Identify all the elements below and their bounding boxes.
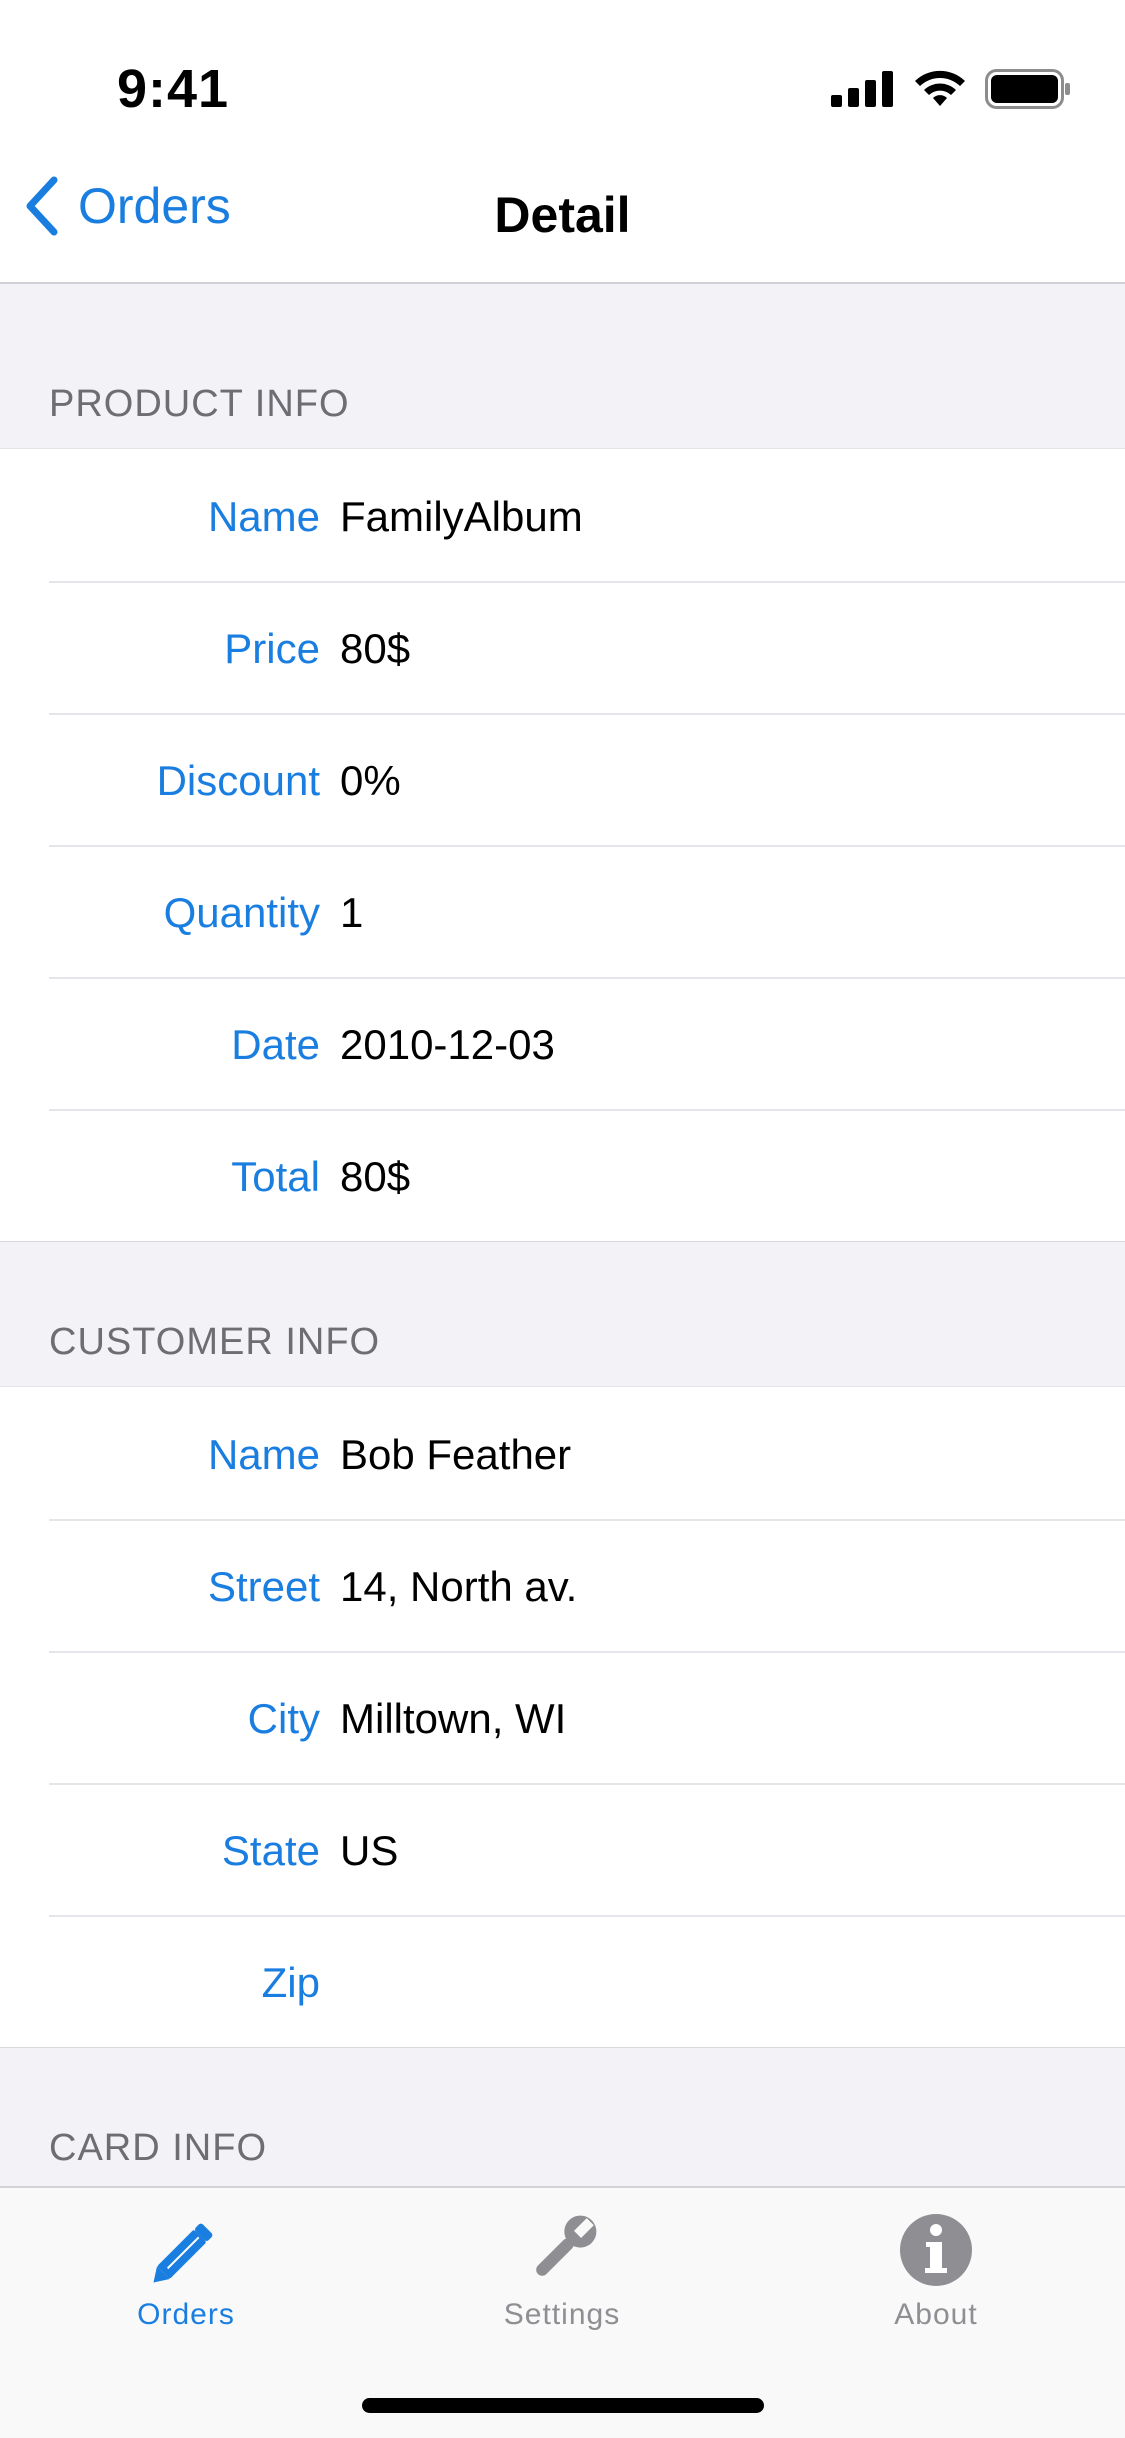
battery-icon <box>985 69 1070 109</box>
tab-label: Orders <box>137 2298 235 2331</box>
tab-bar: Orders Settings About <box>0 2186 1125 2438</box>
row-label: City <box>247 1695 320 1742</box>
row-value: 1 <box>340 889 364 936</box>
row-label: Discount <box>156 757 320 804</box>
row-quantity[interactable]: Quantity 1 <box>0 845 1125 977</box>
page-title: Detail <box>494 187 631 243</box>
cellular-signal-icon <box>831 71 893 107</box>
row-state[interactable]: State US <box>0 1783 1125 1915</box>
row-total[interactable]: Total 80$ <box>0 1109 1125 1241</box>
row-value: FamilyAlbum <box>340 493 583 540</box>
section-header-card-info: CARD INFO <box>49 2127 267 2169</box>
row-label: Quantity <box>163 889 320 936</box>
row-value: Bob Feather <box>340 1431 572 1478</box>
status-bar: 9:41 <box>0 0 1125 140</box>
row-label: Zip <box>261 1959 320 2006</box>
row-label: Date <box>231 1021 320 1068</box>
row-value: 80$ <box>340 625 411 672</box>
row-label: Name <box>207 493 320 540</box>
home-indicator <box>362 2398 764 2413</box>
navigation-bar: Orders Detail <box>0 140 1125 284</box>
row-customer-name[interactable]: Name Bob Feather <box>0 1387 1125 1519</box>
row-value: US <box>340 1827 399 1874</box>
status-icons <box>831 64 1071 114</box>
section-header-product-info: PRODUCT INFO <box>49 383 350 425</box>
row-value: 80$ <box>340 1153 411 1200</box>
customer-info-group: Name Bob Feather Street 14, North av. Ci… <box>0 1386 1125 2048</box>
wifi-icon <box>915 70 965 106</box>
row-city[interactable]: City Milltown, WI <box>0 1651 1125 1783</box>
row-label: State <box>221 1827 320 1874</box>
row-label: Total <box>231 1153 320 1200</box>
tab-about[interactable]: About <box>786 2210 1086 2332</box>
row-label: Price <box>224 625 320 672</box>
row-discount[interactable]: Discount 0% <box>0 713 1125 845</box>
status-time: 9:41 <box>117 59 230 119</box>
row-value: 14, North av. <box>340 1563 578 1610</box>
pencil-icon <box>153 2223 213 2283</box>
product-info-group: Name FamilyAlbum Price 80$ Discount 0% Q… <box>0 448 1125 1242</box>
row-value: Milltown, WI <box>340 1695 567 1742</box>
wrench-icon <box>536 2215 597 2276</box>
row-label: Street <box>207 1563 320 1610</box>
row-zip[interactable]: Zip <box>0 1915 1125 2047</box>
row-label: Name <box>207 1431 320 1478</box>
row-street[interactable]: Street 14, North av. <box>0 1519 1125 1651</box>
tab-orders[interactable]: Orders <box>36 2210 336 2332</box>
row-value: 0% <box>340 757 401 804</box>
row-value: 2010-12-03 <box>340 1021 555 1068</box>
detail-table: PRODUCT INFO Name FamilyAlbum Price 80$ … <box>0 284 1125 2192</box>
tab-label: Settings <box>503 2298 621 2331</box>
tab-settings[interactable]: Settings <box>412 2210 712 2332</box>
row-date[interactable]: Date 2010-12-03 <box>0 977 1125 1109</box>
section-header-customer-info: CUSTOMER INFO <box>49 1321 381 1363</box>
info-icon <box>900 2214 972 2286</box>
row-price[interactable]: Price 80$ <box>0 581 1125 713</box>
row-product-name[interactable]: Name FamilyAlbum <box>0 449 1125 581</box>
tab-label: About <box>894 2298 978 2331</box>
